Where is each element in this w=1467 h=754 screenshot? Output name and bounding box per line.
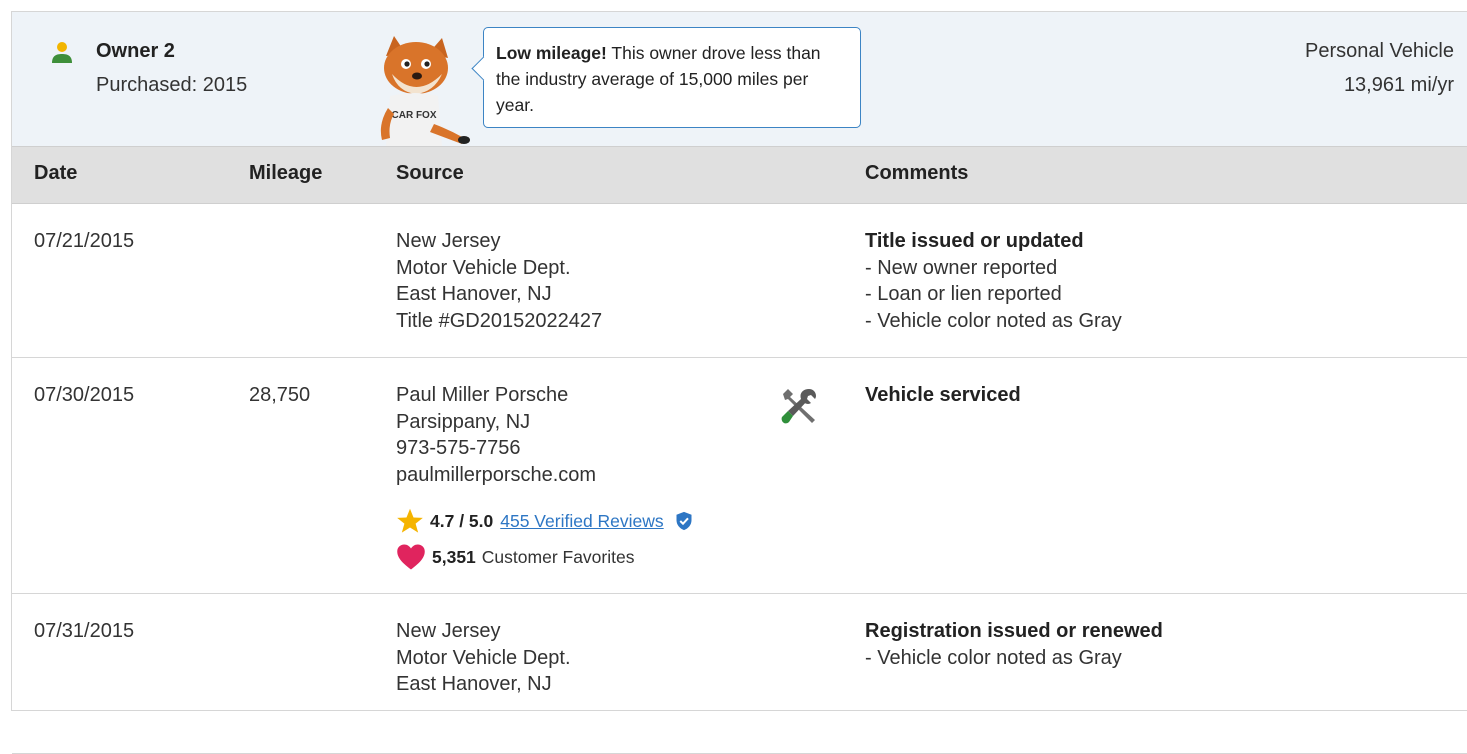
table-header: Date Mileage Source Comments: [12, 146, 1467, 204]
miles-per-year: 13,961 mi/yr: [1343, 74, 1454, 96]
comment-title: Title issued or updated: [865, 230, 1084, 252]
owner-name: Owner 2: [96, 40, 175, 62]
customer-favorites: 5,351 Customer Favorites: [396, 542, 634, 572]
low-mileage-callout: Low mileage! This owner drove less than …: [471, 27, 861, 128]
fox-shirt-text: CAR FOX: [392, 110, 437, 121]
heart-icon: [397, 544, 425, 570]
comment-title: Registration issued or renewed: [865, 620, 1163, 642]
favorites-count: 5,351: [432, 546, 476, 567]
row-date: 07/21/2015: [34, 230, 135, 252]
owner-history-section: Owner 2 Purchased: 2015 CAR FOX Low mile…: [11, 11, 1467, 754]
rating-value: 4.7 / 5.0: [430, 510, 494, 531]
header-date: Date: [34, 162, 78, 184]
row-comments: Title issued or updated - New owner repo…: [865, 230, 1122, 332]
service-tools-icon: [781, 389, 816, 424]
person-icon: [52, 42, 72, 63]
row-comments: Registration issued or renewed - Vehicle…: [865, 620, 1163, 669]
owner-header: Owner 2 Purchased: 2015 CAR FOX Low mile…: [12, 12, 1467, 146]
row-date: 07/31/2015: [34, 620, 135, 642]
header-comments: Comments: [865, 162, 969, 184]
callout-bold-text: Low mileage!: [496, 43, 607, 63]
row-date: 07/30/2015: [34, 384, 135, 406]
favorites-label: Customer Favorites: [481, 546, 635, 567]
row-comments: Vehicle serviced: [865, 382, 1021, 409]
star-icon: [397, 508, 423, 533]
dealer-rating: 4.7 / 5.0 455 Verified Reviews: [396, 506, 694, 536]
verified-shield-icon: [676, 511, 692, 531]
row-source: New Jersey Motor Vehicle Dept. East Hano…: [396, 230, 603, 332]
row-source: Paul Miller Porsche Parsippany, NJ 973-5…: [396, 384, 597, 486]
owner-purchased-year: Purchased: 2015: [96, 74, 248, 96]
carfox-mascot-icon: CAR FOX: [380, 36, 470, 146]
table-row: 07/21/2015 New Jersey Motor Vehicle Dept…: [12, 204, 1467, 358]
vehicle-type: Personal Vehicle: [1305, 40, 1454, 62]
header-mileage: Mileage: [249, 162, 323, 184]
row-source: New Jersey Motor Vehicle Dept. East Hano…: [396, 620, 571, 695]
row-mileage: 28,750: [249, 384, 311, 406]
header-source: Source: [396, 162, 464, 184]
verified-reviews-link[interactable]: 455 Verified Reviews: [500, 511, 663, 532]
table-row: 07/30/2015 28,750 Paul Miller Porsche Pa…: [12, 358, 1467, 594]
comment-title: Vehicle serviced: [865, 384, 1021, 406]
table-row: 07/31/2015 New Jersey Motor Vehicle Dept…: [12, 594, 1467, 754]
